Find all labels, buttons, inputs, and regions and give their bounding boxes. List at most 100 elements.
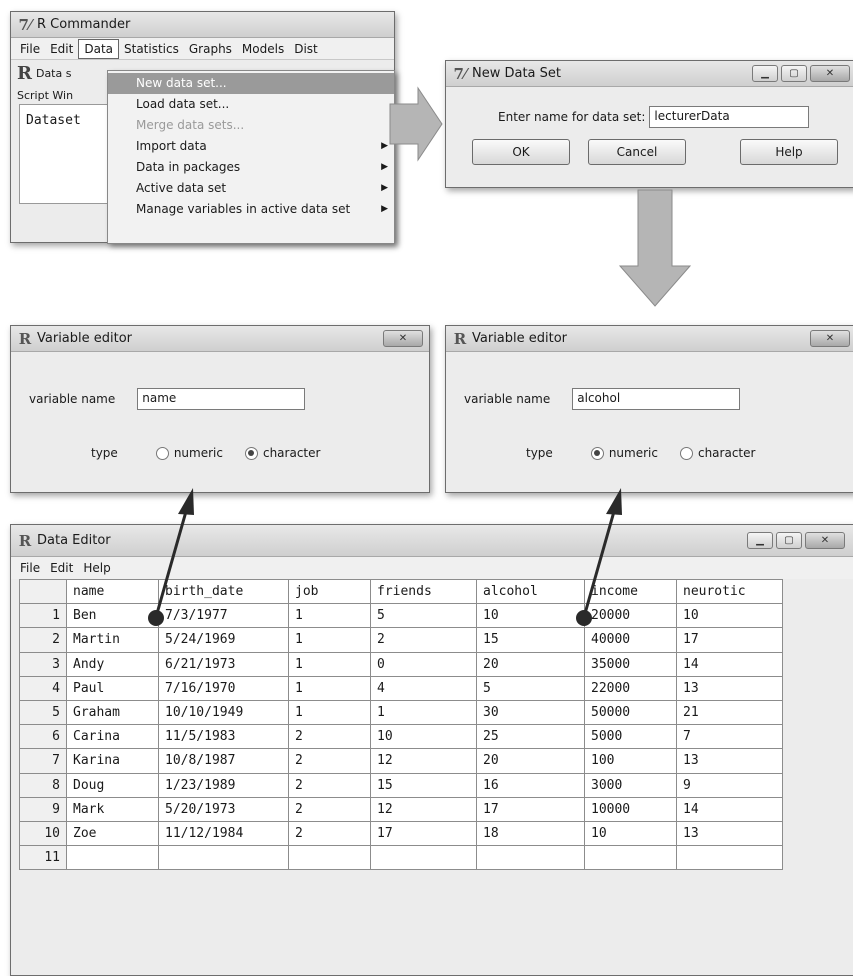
- cell-name[interactable]: Graham: [66, 699, 159, 726]
- cell-friends[interactable]: 10: [370, 724, 477, 750]
- menu-statistics[interactable]: Statistics: [119, 40, 184, 58]
- cell-birth-date[interactable]: 1/23/1989: [158, 772, 289, 798]
- cell-birth-date[interactable]: 11/5/1983: [158, 724, 289, 750]
- cell-neurotic[interactable]: 14: [676, 796, 783, 822]
- menu-data[interactable]: Data: [78, 38, 119, 59]
- cancel-button[interactable]: Cancel: [588, 139, 686, 165]
- cell-birth-date[interactable]: 6/21/1973: [158, 651, 289, 677]
- cell-friends[interactable]: 15: [370, 772, 477, 798]
- menu-item-new-data-set[interactable]: New data set...: [108, 73, 394, 94]
- cell-alcohol[interactable]: 20: [476, 748, 585, 774]
- cell-birth-date[interactable]: [158, 845, 289, 871]
- cell-income[interactable]: 10: [584, 820, 677, 847]
- minimize-icon[interactable]: ▁: [752, 65, 778, 82]
- cell-alcohol[interactable]: 16: [476, 772, 585, 798]
- cell-neurotic[interactable]: [676, 845, 783, 871]
- cell-friends[interactable]: 0: [370, 651, 477, 677]
- cell-job[interactable]: 1: [288, 675, 371, 701]
- cell-income[interactable]: 20000: [584, 603, 677, 629]
- cell-name[interactable]: Martin: [66, 627, 159, 653]
- cell-neurotic[interactable]: 13: [676, 820, 783, 847]
- ok-button[interactable]: OK: [472, 139, 570, 165]
- cell-alcohol[interactable]: 5: [476, 675, 585, 701]
- cell-neurotic[interactable]: 13: [676, 748, 783, 774]
- variable-name-input[interactable]: name: [137, 388, 306, 410]
- cell-name[interactable]: Paul: [66, 675, 159, 701]
- cell-alcohol[interactable]: [476, 845, 585, 871]
- radio-character-icon[interactable]: [679, 446, 693, 460]
- cell-income[interactable]: 40000: [584, 627, 677, 653]
- column-header-job[interactable]: job: [288, 578, 371, 605]
- cell-income[interactable]: 10000: [584, 796, 677, 822]
- cell-alcohol[interactable]: 10: [476, 603, 585, 629]
- cell-job[interactable]: 1: [288, 627, 371, 653]
- variable-editor-titlebar[interactable]: R Variable editor ✕: [446, 326, 853, 352]
- menu-file[interactable]: File: [15, 559, 45, 577]
- cell-income[interactable]: 22000: [584, 675, 677, 701]
- cell-friends[interactable]: [370, 845, 477, 871]
- r-commander-titlebar[interactable]: 7⁄ R Commander: [11, 12, 394, 38]
- cell-name[interactable]: [66, 845, 159, 871]
- menu-graphs[interactable]: Graphs: [184, 40, 237, 58]
- cell-friends[interactable]: 12: [370, 796, 477, 822]
- cell-name[interactable]: Mark: [66, 796, 159, 822]
- cell-birth-date[interactable]: 10/10/1949: [158, 699, 289, 726]
- data-editor-titlebar[interactable]: R Data Editor ▁ ▢ ✕: [11, 525, 853, 557]
- cell-neurotic[interactable]: 14: [676, 651, 783, 677]
- radio-character[interactable]: character: [244, 446, 320, 460]
- cell-job[interactable]: 1: [288, 651, 371, 677]
- close-icon[interactable]: ✕: [383, 330, 423, 347]
- cell-name[interactable]: Doug: [66, 772, 159, 798]
- cell-name[interactable]: Carina: [66, 724, 159, 750]
- cell-income[interactable]: 5000: [584, 724, 677, 750]
- radio-numeric[interactable]: numeric: [590, 446, 658, 460]
- variable-name-input[interactable]: alcohol: [572, 388, 741, 410]
- cell-birth-date[interactable]: 5/20/1973: [158, 796, 289, 822]
- radio-numeric-icon[interactable]: [155, 446, 169, 460]
- cell-neurotic[interactable]: 7: [676, 724, 783, 750]
- close-icon[interactable]: ✕: [805, 532, 845, 549]
- cell-birth-date[interactable]: 5/24/1969: [158, 627, 289, 653]
- radio-character[interactable]: character: [679, 446, 755, 460]
- cell-job[interactable]: 2: [288, 820, 371, 847]
- cell-job[interactable]: 2: [288, 772, 371, 798]
- cell-friends[interactable]: 12: [370, 748, 477, 774]
- menu-distributions[interactable]: Dist: [289, 40, 323, 58]
- close-icon[interactable]: ✕: [810, 330, 850, 347]
- close-icon[interactable]: ✕: [810, 65, 850, 82]
- cell-birth-date[interactable]: 11/12/1984: [158, 820, 289, 847]
- cell-alcohol[interactable]: 15: [476, 627, 585, 653]
- column-header-neurotic[interactable]: neurotic: [676, 578, 783, 605]
- menu-file[interactable]: File: [15, 40, 45, 58]
- cell-alcohol[interactable]: 18: [476, 820, 585, 847]
- menu-help[interactable]: Help: [78, 559, 115, 577]
- cell-neurotic[interactable]: 9: [676, 772, 783, 798]
- cell-income[interactable]: 100: [584, 748, 677, 774]
- cell-job[interactable]: 2: [288, 748, 371, 774]
- cell-birth-date[interactable]: 10/8/1987: [158, 748, 289, 774]
- cell-name[interactable]: Karina: [66, 748, 159, 774]
- cell-friends[interactable]: 17: [370, 820, 477, 847]
- cell-neurotic[interactable]: 13: [676, 675, 783, 701]
- help-button[interactable]: Help: [740, 139, 838, 165]
- radio-character-icon[interactable]: [244, 446, 258, 460]
- cell-job[interactable]: 2: [288, 796, 371, 822]
- menu-edit[interactable]: Edit: [45, 559, 78, 577]
- cell-alcohol[interactable]: 17: [476, 796, 585, 822]
- maximize-icon[interactable]: ▢: [776, 532, 802, 549]
- menu-models[interactable]: Models: [237, 40, 289, 58]
- column-header-alcohol[interactable]: alcohol: [476, 578, 585, 605]
- cell-name[interactable]: Zoe: [66, 820, 159, 847]
- column-header-name[interactable]: name: [66, 578, 159, 605]
- cell-alcohol[interactable]: 20: [476, 651, 585, 677]
- column-header-friends[interactable]: friends: [370, 578, 477, 605]
- menu-item-active-data-set[interactable]: Active data set ▶: [108, 178, 394, 199]
- cell-friends[interactable]: 5: [370, 603, 477, 629]
- cell-income[interactable]: 35000: [584, 651, 677, 677]
- column-header-income[interactable]: income: [584, 578, 677, 605]
- menu-edit[interactable]: Edit: [45, 40, 78, 58]
- cell-alcohol[interactable]: 25: [476, 724, 585, 750]
- radio-numeric-icon[interactable]: [590, 446, 604, 460]
- cell-birth-date[interactable]: 7/3/1977: [158, 603, 289, 629]
- maximize-icon[interactable]: ▢: [781, 65, 807, 82]
